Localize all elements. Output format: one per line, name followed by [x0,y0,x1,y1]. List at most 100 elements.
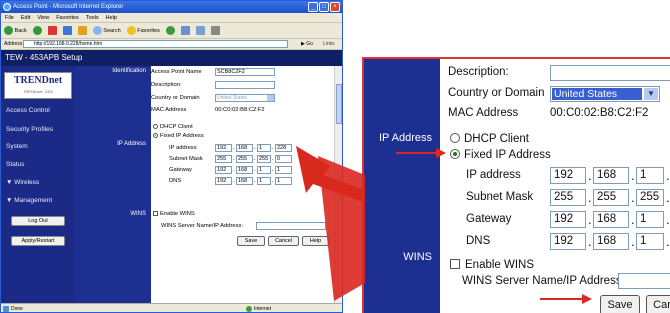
wins-server-input[interactable] [256,222,326,230]
zoom-subnet-octet-1[interactable]: 255 [550,189,586,206]
gateway-octet-3[interactable]: 1 [257,166,271,174]
help-button[interactable]: Help [302,236,329,246]
ip-octet-2[interactable]: 168 [236,144,253,152]
subnet-octet-4[interactable]: 0 [275,155,292,163]
home-icon[interactable] [77,26,87,35]
menu-edit[interactable]: Edit [21,13,30,22]
zoom-dns-octet-2[interactable]: 168 [593,233,629,250]
subnet-octet-2[interactable]: 255 [236,155,253,163]
cancel-button[interactable]: Cancel [268,236,299,246]
ip-octet-1[interactable]: 192 [215,144,232,152]
back-button[interactable]: Back [4,23,27,39]
description-input[interactable] [215,81,275,89]
search-button[interactable]: Search [92,23,121,39]
go-button[interactable]: ▶ Go [301,40,313,48]
zoom-ip-octet-1[interactable]: 192 [550,167,586,184]
media-icon[interactable] [165,26,175,35]
sidebar-item-access-control[interactable]: Access Control [6,107,50,114]
zoom-cancel-button[interactable]: Canc [646,295,670,313]
address-input[interactable]: http://192.168.0.228/home.htm [23,40,288,48]
gateway-octet-4[interactable]: 1 [275,166,292,174]
apply-restart-button[interactable]: Apply/Restart [11,236,65,246]
section-ip-address: IP Address [117,141,146,147]
enable-wins-option[interactable]: Enable WINS [153,211,195,217]
dns-octet-3[interactable]: 1 [257,177,271,185]
gateway-octet-1[interactable]: 192 [215,166,232,174]
logout-button[interactable]: Log Out [11,216,65,226]
close-button[interactable]: × [330,2,340,12]
refresh-icon[interactable] [62,26,72,35]
dhcp-client-option[interactable]: DHCP Client [153,124,193,130]
zoom-country-select[interactable]: United States ▼ [550,86,660,102]
scrollbar-thumb[interactable] [336,84,342,124]
page-icon [3,306,9,312]
sidebar-item-status[interactable]: Status [6,161,24,168]
zoom-dhcp-radio[interactable] [450,133,460,143]
favorites-button[interactable]: Favorites [126,23,160,39]
menu-view[interactable]: View [37,13,49,22]
zoom-subnet-mask-label: Subnet Mask [466,191,534,203]
sidebar-item-security-profiles[interactable]: Security Profiles [6,126,53,133]
mac-value: 00:C0:02:B8:C2:F2 [215,107,265,113]
search-icon [92,25,102,35]
forward-arrow-icon[interactable] [32,26,42,35]
dns-octet-2[interactable]: 168 [236,177,253,185]
zoom-wins-server-label: WINS Server Name/IP Address: [462,275,625,287]
browser-window: Access Point - Microsoft Internet Explor… [0,0,343,313]
zoom-ip-octet-2[interactable]: 168 [593,167,629,184]
country-select[interactable]: United States [215,94,275,102]
history-icon[interactable] [180,26,190,35]
ip-octet-3[interactable]: 1 [257,144,271,152]
zoom-ip-octet-3[interactable]: 1 [636,167,664,184]
zoom-gateway-octet-2[interactable]: 168 [593,211,629,228]
stop-icon[interactable] [47,26,57,35]
ip-octet-4[interactable]: 228 [275,144,292,152]
globe-icon [246,306,252,312]
enable-wins-checkbox[interactable] [153,211,158,216]
zoom-enable-wins-checkbox[interactable] [450,259,460,269]
zoom-enable-wins-option[interactable]: Enable WINS [450,259,534,271]
zoom-dns-octet-3[interactable]: 1 [636,233,664,250]
sidebar-item-wireless[interactable]: ▼ Wireless [6,179,39,186]
gateway-octet-2[interactable]: 168 [236,166,253,174]
dns-octet-4[interactable]: 1 [275,177,292,185]
links-button[interactable]: Links [323,40,335,48]
zoom-country-label: Country or Domain [448,87,545,99]
mail-icon[interactable] [195,26,205,35]
subnet-octet-1[interactable]: 255 [215,155,232,163]
sidebar: TRENDnet TRENDnet, USA Access Control Se… [1,66,75,303]
ap-name-input[interactable]: SCB8C2F2 [215,68,275,76]
zoom-gateway-octet-3[interactable]: 1 [636,211,664,228]
dhcp-radio[interactable] [153,124,158,129]
zoom-gateway-octet-1[interactable]: 192 [550,211,586,228]
description-label: Description: [151,82,182,88]
zoom-fixed-ip-option[interactable]: Fixed IP Address [450,149,551,161]
zoom-fixed-ip-radio[interactable] [450,149,460,159]
sidebar-item-management[interactable]: ▼ Management [6,197,52,204]
sidebar-item-system[interactable]: System [6,143,28,150]
zoom-save-button[interactable]: Save [600,295,640,313]
menu-file[interactable]: File [5,13,14,22]
zoomed-detail-panel: IP Address WINS Description: Country or … [362,57,670,313]
menu-tools[interactable]: Tools [86,13,99,22]
zoom-subnet-octet-3[interactable]: 255 [636,189,664,206]
zoom-wins-server-input[interactable] [618,273,670,289]
fixed-ip-radio[interactable] [153,133,158,138]
minimize-button[interactable]: _ [308,2,318,12]
save-button[interactable]: Save [237,236,265,246]
subnet-octet-3[interactable]: 255 [257,155,271,163]
zoom-dns-octet-1[interactable]: 192 [550,233,586,250]
chevron-down-icon [267,95,274,101]
zoom-description-input[interactable] [550,65,670,81]
zoom-ip-address-label: IP address [466,169,521,181]
vertical-scrollbar[interactable] [334,66,342,303]
print-icon[interactable] [210,26,220,35]
dns-octet-1[interactable]: 192 [215,177,232,185]
zoom-dhcp-client-option[interactable]: DHCP Client [450,133,529,145]
zoom-section-wins: WINS [403,251,432,263]
menu-help[interactable]: Help [106,13,117,22]
maximize-button[interactable]: □ [319,2,329,12]
menu-favorites[interactable]: Favorites [56,13,79,22]
fixed-ip-option[interactable]: Fixed IP Address [153,133,204,139]
zoom-subnet-octet-2[interactable]: 255 [593,189,629,206]
